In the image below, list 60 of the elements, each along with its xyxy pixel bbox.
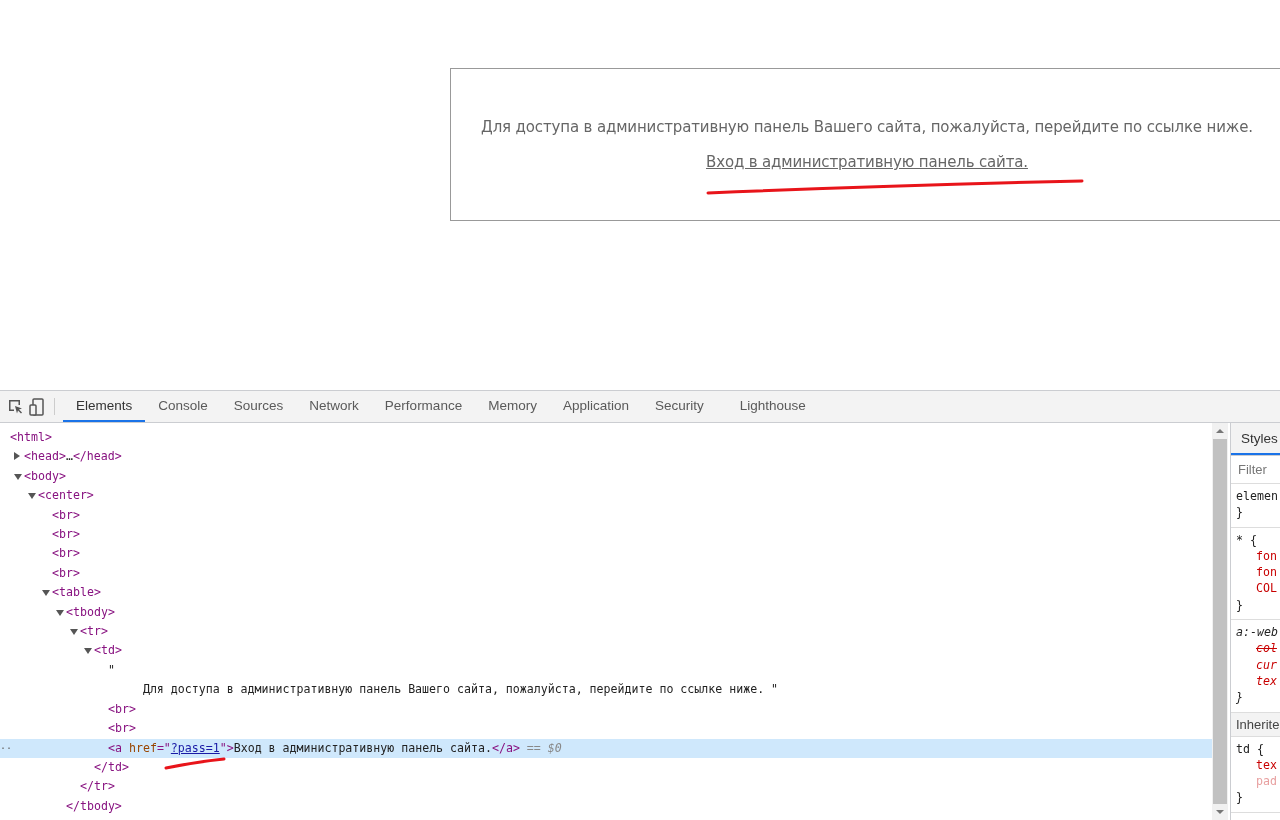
expanded-triangle-icon[interactable] <box>28 493 36 500</box>
marker-stroke <box>164 757 226 770</box>
css-property: fon <box>1255 547 1278 565</box>
css-property: col <box>1255 640 1278 657</box>
expanded-triangle-icon[interactable] <box>56 609 64 616</box>
devtools-tab[interactable]: Application <box>549 391 642 422</box>
css-property: fon <box>1255 564 1278 581</box>
section-header: Inherite <box>1231 712 1280 737</box>
devtools-tab[interactable]: Memory <box>475 391 550 422</box>
dom-node[interactable]: <br> <box>0 525 1212 545</box>
dom-node[interactable]: <td> <box>0 641 1212 661</box>
notice-message: Для доступа в административную панель Вашего сайта, пожалуйста, перейдите по ссылке ниже. <box>481 118 1253 136</box>
devtools-tab[interactable]: Performance <box>371 391 476 422</box>
scrollbar[interactable] <box>1212 423 1228 820</box>
css-brace: } <box>1236 689 1244 706</box>
dom-node[interactable]: ·· <a href="?pass=1">Вход в административную панель сайта.</a> == $0 <box>0 738 1212 758</box>
dom-node[interactable]: </tr> <box>0 777 1212 797</box>
expanded-triangle-icon[interactable] <box>42 590 50 597</box>
dom-node[interactable]: <br> <box>0 699 1212 720</box>
css-brace: } <box>1236 504 1244 521</box>
dom-node[interactable]: " Для доступа в административную панель Вашего сайта, пожалуйста, перейдите по ссылке ниже. " <box>0 660 1212 700</box>
css-property: tex <box>1255 672 1278 690</box>
devtools-tab[interactable]: Security <box>641 391 717 422</box>
expanded-triangle-icon[interactable] <box>14 473 22 480</box>
expanded-triangle-icon[interactable] <box>84 648 92 655</box>
css-selector: * { <box>1236 531 1258 548</box>
dom-node[interactable]: <head>…</head> <box>0 447 1212 467</box>
css-selector: td { <box>1236 740 1265 757</box>
expanded-triangle-icon[interactable] <box>70 629 78 636</box>
css-brace: } <box>1236 596 1244 614</box>
dom-node[interactable]: <br> <box>0 505 1212 526</box>
devtools-tab[interactable]: Lighthouse <box>726 391 819 422</box>
dom-node[interactable]: <br> <box>0 719 1212 739</box>
devtools-tab[interactable]: Sources <box>220 391 297 422</box>
dom-node[interactable]: <table> <box>0 583 1212 603</box>
css-selector: a:-web <box>1236 624 1279 641</box>
collapsed-triangle-icon[interactable] <box>14 452 20 461</box>
scroll-up-icon[interactable] <box>1216 427 1224 435</box>
dom-node[interactable]: </td> <box>0 757 1212 778</box>
css-selector: elemen <box>1236 488 1279 505</box>
dom-node[interactable]: <center> <box>0 486 1212 506</box>
dom-node[interactable]: <tr> <box>0 622 1212 642</box>
gutter-mark: ·· <box>0 741 13 756</box>
dom-node[interactable]: </tbody> <box>0 796 1212 817</box>
devtools-tab[interactable]: Elements <box>63 391 146 422</box>
dom-node[interactable]: <br> <box>0 544 1212 564</box>
css-property: pad <box>1255 773 1278 790</box>
dom-node[interactable]: <body> <box>0 466 1212 487</box>
css-property: COL <box>1255 580 1278 597</box>
dom-node[interactable]: <br> <box>0 563 1212 584</box>
scroll-down-icon[interactable] <box>1216 808 1224 816</box>
link[interactable]: ?pass=1 <box>170 740 220 755</box>
css-property: cur <box>1255 656 1278 673</box>
css-property: tex <box>1255 756 1278 774</box>
css-brace: } <box>1236 789 1244 806</box>
dom-node[interactable]: <html> <box>0 428 1212 448</box>
devtools-tab[interactable]: Network <box>296 391 372 422</box>
dom-node[interactable]: <tbody> <box>0 602 1212 623</box>
admin-link[interactable]: Вход в административную панель сайта. <box>706 153 1028 171</box>
devtools-tab[interactable]: Console <box>145 391 221 422</box>
